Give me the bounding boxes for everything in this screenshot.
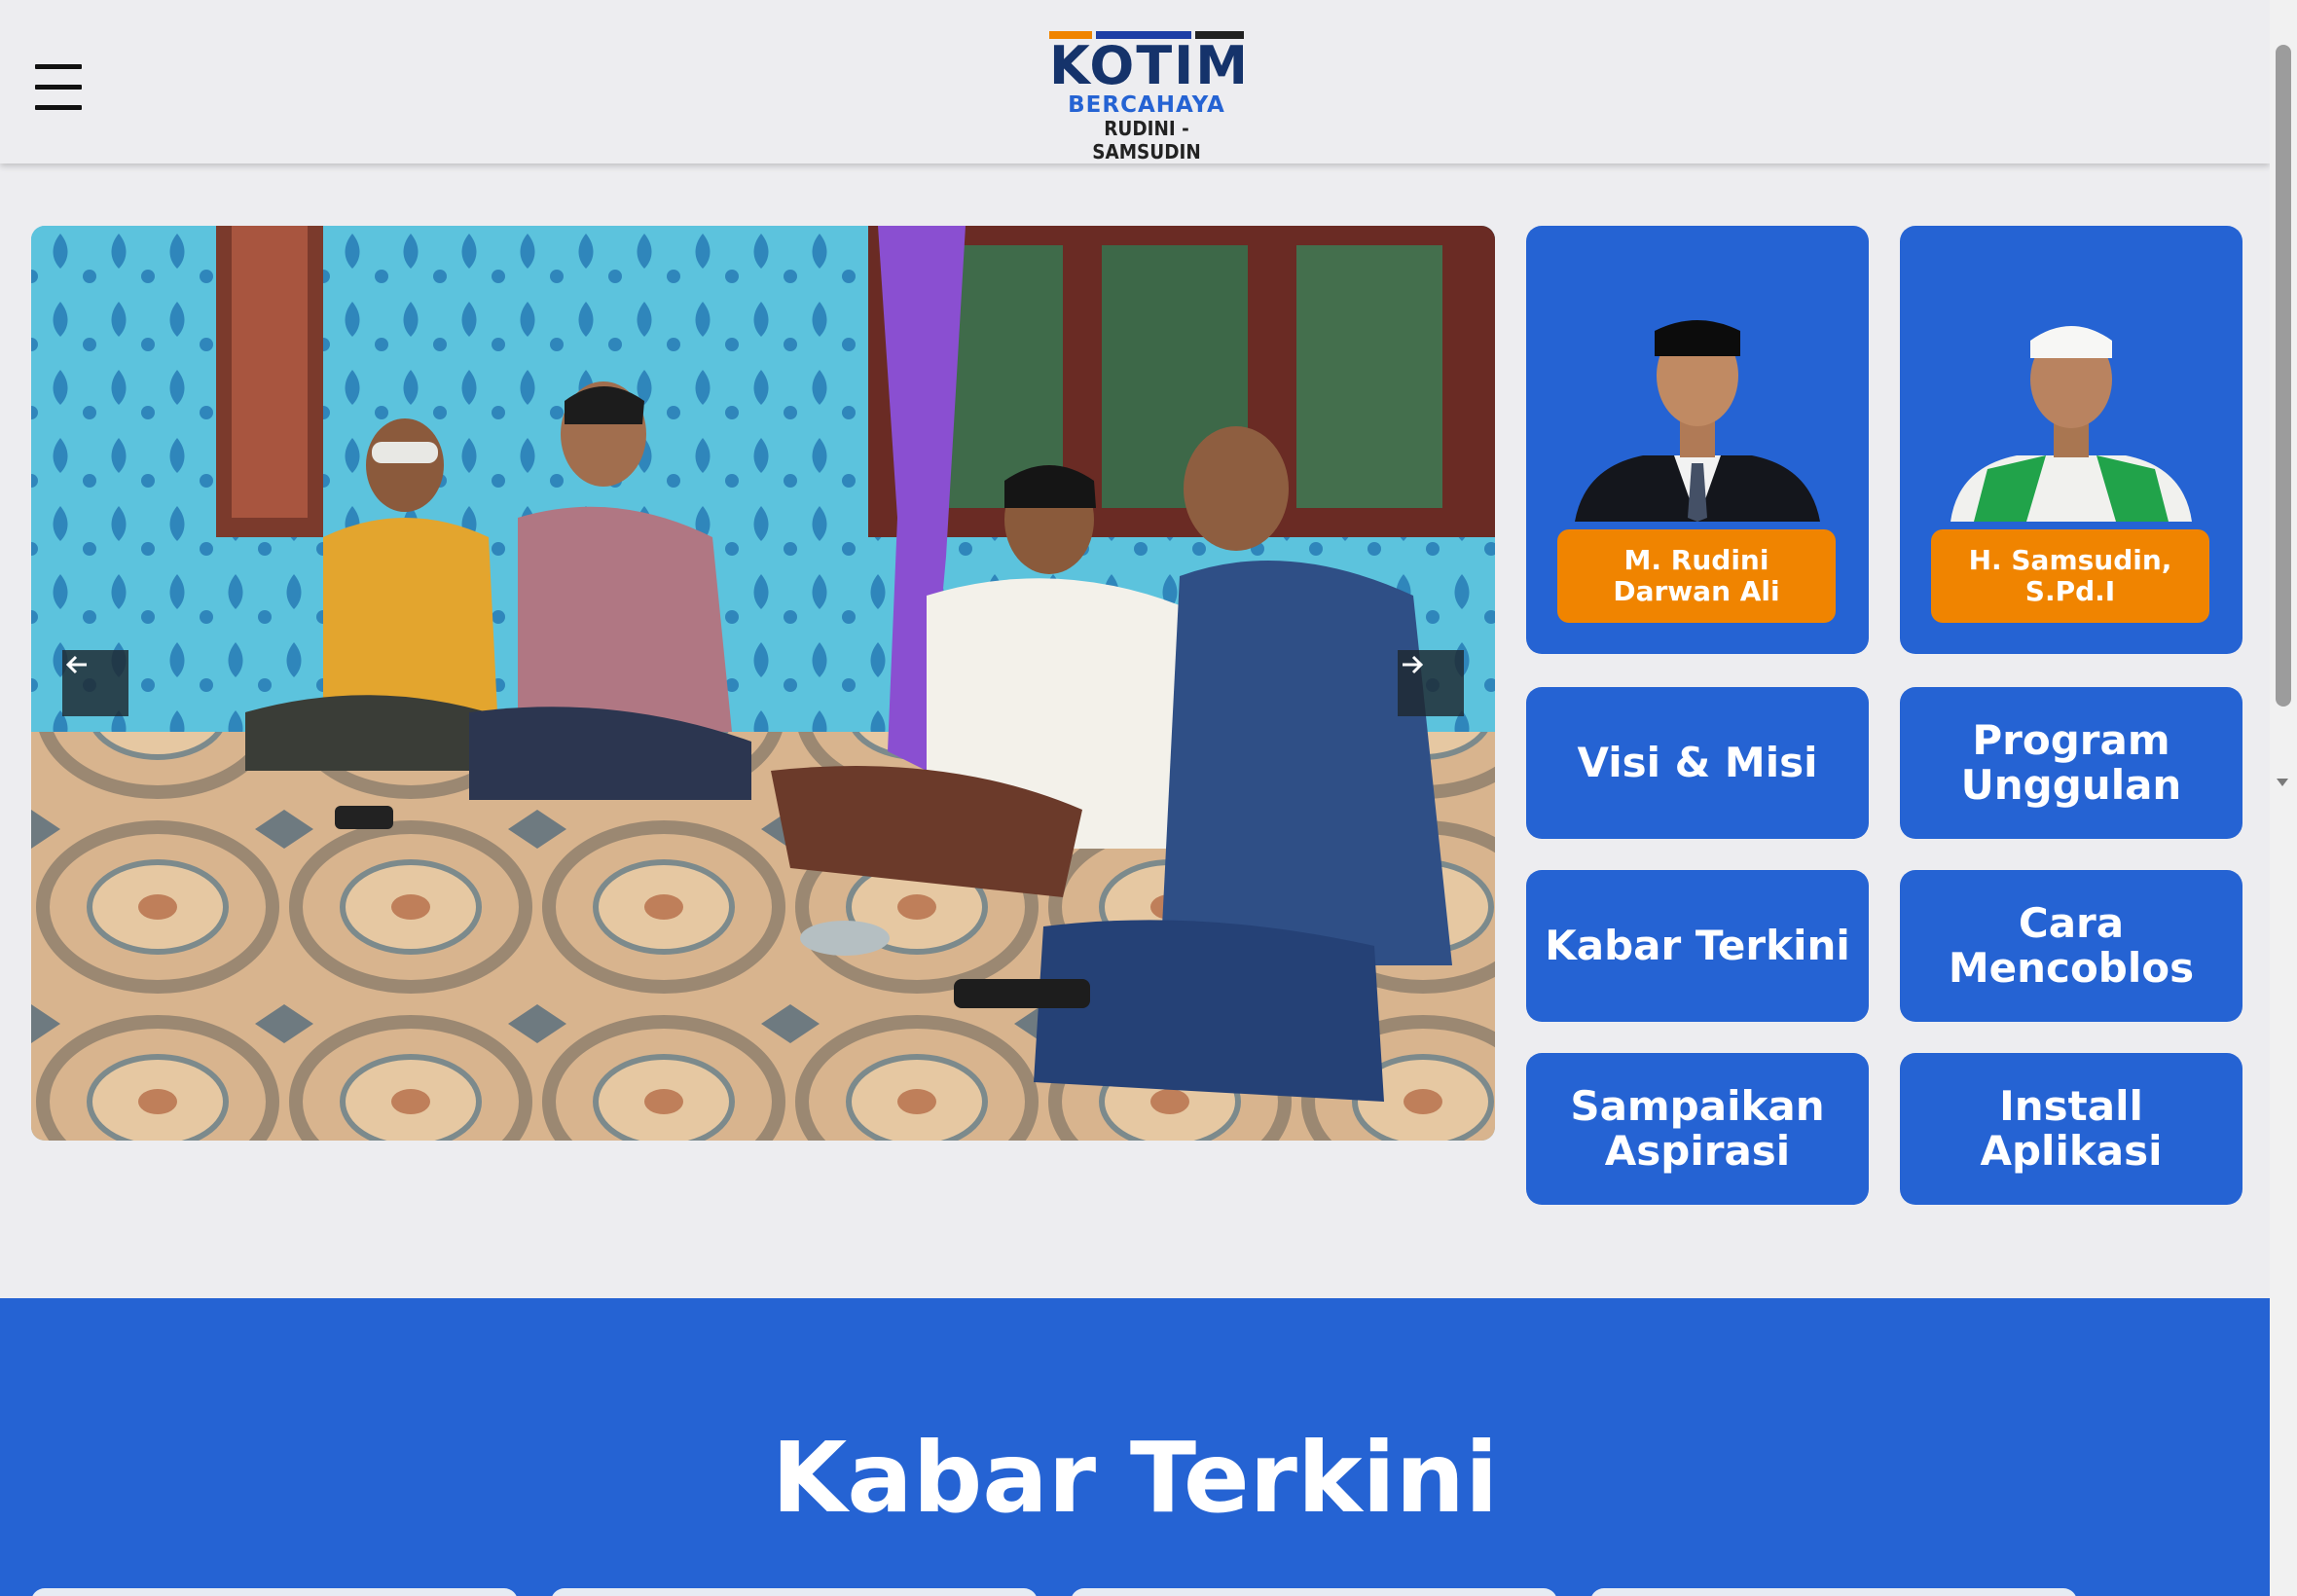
news-card[interactable]: [551, 1588, 1038, 1596]
page: KOTIM BERCAHAYA RUDINI - SAMSUDIN M. Rud…: [0, 0, 2270, 1596]
menu-install-aplikasi[interactable]: Install Aplikasi: [1900, 1053, 2242, 1205]
arrow-right-icon: [1403, 655, 1424, 674]
site-logo[interactable]: KOTIM BERCAHAYA RUDINI - SAMSUDIN: [1049, 31, 1250, 163]
news-card[interactable]: [1590, 1588, 2077, 1596]
menu-cara-mencoblos[interactable]: Cara Mencoblos: [1900, 870, 2242, 1022]
menu-sampaikan-aspirasi[interactable]: Sampaikan Aspirasi: [1526, 1053, 1869, 1205]
slide-photo: [31, 226, 1495, 1141]
candidate-name: M. Rudini Darwan Ali: [1557, 529, 1836, 623]
top-header: KOTIM BERCAHAYA RUDINI - SAMSUDIN: [0, 0, 2270, 163]
menu-program-unggulan[interactable]: Program Unggulan: [1900, 687, 2242, 839]
news-section: Kabar Terkini: [0, 1298, 2270, 1596]
scrollbar-thumb[interactable]: [2276, 45, 2291, 707]
scroll-down-icon[interactable]: [2277, 779, 2288, 786]
slider-next-button[interactable]: [1398, 650, 1464, 716]
photo-slider[interactable]: [31, 226, 1495, 1141]
logo-title: KOTIM: [1049, 35, 1250, 96]
menu-visi-misi[interactable]: Visi & Misi: [1526, 687, 1869, 839]
news-card[interactable]: [1071, 1588, 1557, 1596]
logo-subtitle: BERCAHAYA: [1068, 92, 1225, 118]
slider-prev-button[interactable]: [62, 650, 128, 716]
arrow-left-icon: [65, 655, 87, 674]
vertical-scrollbar[interactable]: [2270, 0, 2297, 1596]
menu-kabar-terkini[interactable]: Kabar Terkini: [1526, 870, 1869, 1022]
logo-candidates: RUDINI - SAMSUDIN: [1092, 117, 1201, 163]
candidate-card-rudini[interactable]: M. Rudini Darwan Ali: [1526, 226, 1869, 654]
menu-icon[interactable]: [35, 64, 84, 113]
news-card[interactable]: [31, 1588, 518, 1596]
candidate-name: H. Samsudin, S.Pd.I: [1931, 529, 2209, 623]
section-title: Kabar Terkini: [771, 1421, 1499, 1535]
candidate-card-samsudin[interactable]: H. Samsudin, S.Pd.I: [1900, 226, 2242, 654]
